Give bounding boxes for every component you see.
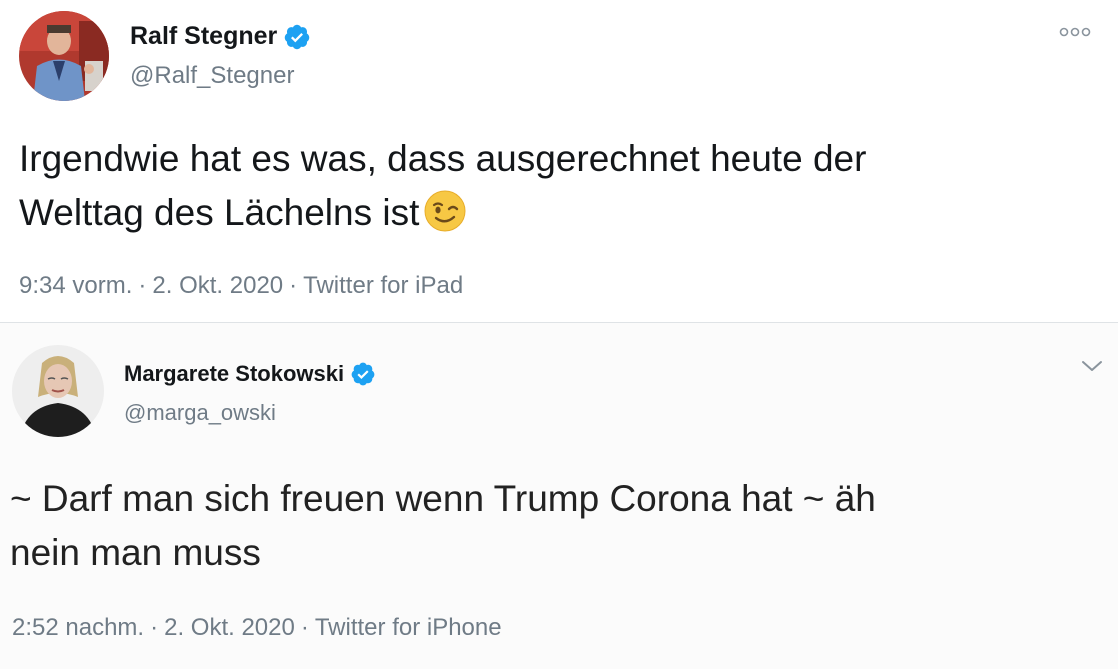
- tweet-date[interactable]: 2. Okt. 2020: [164, 614, 295, 641]
- verified-badge-icon: [350, 361, 376, 387]
- author-handle[interactable]: @marga_owski: [124, 400, 276, 426]
- tweet-text: ~ Darf man sich freuen wenn Trump Corona…: [10, 472, 876, 580]
- author-display-name[interactable]: Margarete Stokowski: [124, 361, 344, 387]
- meta-separator: ·: [138, 272, 147, 299]
- tweet-source[interactable]: Twitter for iPad: [303, 272, 463, 299]
- tweet-text-line: ~ Darf man sich freuen wenn Trump Corona…: [10, 478, 876, 519]
- tweet-metadata: 2:52 nachm. · 2. Okt. 2020 · Twitter for iPh…: [12, 614, 502, 642]
- tweet-card[interactable]: Ralf Stegner @Ralf_Stegner Irgendwie hat…: [0, 0, 1118, 323]
- tweet-date[interactable]: 2. Okt. 2020: [152, 272, 283, 299]
- meta-separator: ·: [289, 272, 298, 299]
- author-display-name[interactable]: Ralf Stegner: [130, 22, 277, 51]
- meta-separator: ·: [150, 614, 159, 641]
- tweet-text-line: Irgendwie hat es was, dass ausgerechnet …: [19, 138, 867, 179]
- author-name-row: Ralf Stegner: [130, 22, 311, 51]
- more-options-icon[interactable]: [1057, 22, 1093, 42]
- tweet-text-line-with-emoji: Welttag des Lächelns ist: [19, 186, 866, 240]
- chevron-down-icon[interactable]: [1080, 357, 1104, 375]
- tweet-text: Irgendwie hat es was, dass ausgerechnet …: [19, 132, 866, 240]
- tweet-time[interactable]: 9:34 vorm.: [19, 272, 132, 299]
- tweet-text-line: nein man muss: [10, 532, 261, 573]
- tweet-text-line: Welttag des Lächelns ist: [19, 192, 420, 233]
- winking-face-emoji-icon: [423, 189, 467, 233]
- tweet-card[interactable]: Margarete Stokowski @marga_owski ~ Darf …: [0, 323, 1118, 669]
- tweet-metadata: 9:34 vorm. · 2. Okt. 2020 · Twitter for iPad: [19, 272, 463, 300]
- author-handle[interactable]: @Ralf_Stegner: [130, 62, 294, 90]
- avatar[interactable]: [19, 11, 109, 101]
- avatar[interactable]: [12, 345, 104, 437]
- author-name-row: Margarete Stokowski: [124, 361, 376, 387]
- tweet-time[interactable]: 2:52 nachm.: [12, 614, 144, 641]
- verified-badge-icon: [283, 23, 311, 51]
- meta-separator: ·: [300, 614, 309, 641]
- tweet-source[interactable]: Twitter for iPhone: [315, 614, 502, 641]
